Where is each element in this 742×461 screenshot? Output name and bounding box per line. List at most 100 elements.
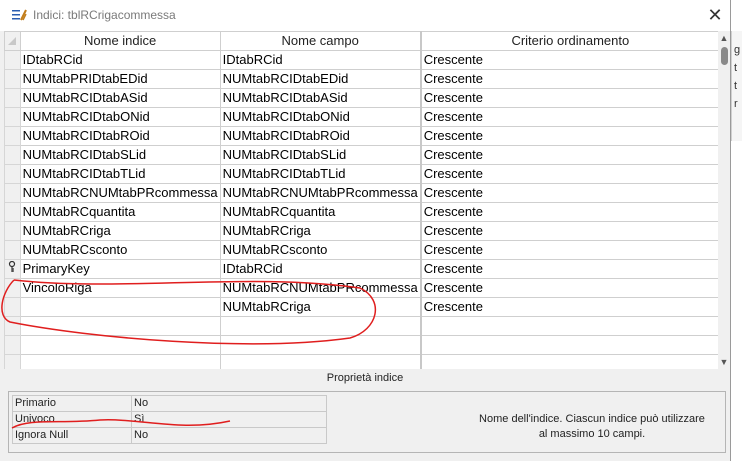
- property-value[interactable]: No: [131, 395, 327, 412]
- row-selector[interactable]: [4, 240, 21, 260]
- index-row[interactable]: NUMtabRCNUMtabPRcommessa NUMtabRCNUMtabPR…: [4, 183, 720, 203]
- index-name-cell[interactable]: PrimaryKey: [19, 259, 221, 279]
- property-row-unique[interactable]: Univoco Sì: [12, 411, 327, 428]
- field-name-cell[interactable]: NUMtabRCIDtabROid: [219, 126, 422, 146]
- vertical-scrollbar[interactable]: ▲ ▼: [718, 31, 730, 369]
- index-row[interactable]: [4, 316, 720, 336]
- index-row[interactable]: NUMtabRCIDtabASid NUMtabRCIDtabASid Cresce…: [4, 88, 720, 108]
- sort-order-cell[interactable]: Crescente: [419, 259, 720, 279]
- column-header-sort-order[interactable]: Criterio ordinamento: [419, 31, 720, 51]
- sort-order-cell[interactable]: Crescente: [419, 107, 720, 127]
- index-row[interactable]: PrimaryKey IDtabRCid Crescente: [4, 259, 720, 279]
- field-name-cell[interactable]: NUMtabRCIDtabONid: [219, 107, 422, 127]
- index-row[interactable]: NUMtabRCsconto NUMtabRCsconto Crescente: [4, 240, 720, 260]
- row-selector[interactable]: [4, 50, 21, 70]
- index-row[interactable]: NUMtabPRIDtabEDid NUMtabRCIDtabEDid Cresce…: [4, 69, 720, 89]
- corner-selector[interactable]: [4, 31, 21, 51]
- scroll-thumb[interactable]: [721, 47, 728, 65]
- index-name-cell[interactable]: [19, 354, 221, 369]
- index-name-cell[interactable]: NUMtabRCNUMtabPRcommessa: [19, 183, 221, 203]
- sort-order-cell[interactable]: Crescente: [419, 221, 720, 241]
- index-row[interactable]: [4, 354, 720, 369]
- index-name-cell[interactable]: NUMtabRCIDtabROid: [19, 126, 221, 146]
- sort-order-cell[interactable]: Crescente: [419, 183, 720, 203]
- sort-order-cell[interactable]: Crescente: [419, 69, 720, 89]
- sort-order-cell[interactable]: [419, 354, 720, 369]
- sort-order-cell[interactable]: Crescente: [419, 164, 720, 184]
- index-name-cell[interactable]: IDtabRCid: [19, 50, 221, 70]
- index-name-cell[interactable]: NUMtabRCsconto: [19, 240, 221, 260]
- row-selector[interactable]: [4, 164, 21, 184]
- property-row-ignore-null[interactable]: Ignora Null No: [12, 427, 327, 444]
- index-row[interactable]: NUMtabRCquantita NUMtabRCquantita Crescent…: [4, 202, 720, 222]
- row-selector[interactable]: [4, 278, 21, 298]
- index-row[interactable]: IDtabRCid IDtabRCid Crescente: [4, 50, 720, 70]
- property-row-primary[interactable]: Primario No: [12, 395, 327, 412]
- field-name-cell[interactable]: NUMtabRCquantita: [219, 202, 422, 222]
- sort-order-cell[interactable]: Crescente: [419, 202, 720, 222]
- index-name-cell[interactable]: NUMtabPRIDtabEDid: [19, 69, 221, 89]
- sort-order-cell[interactable]: Crescente: [419, 50, 720, 70]
- row-selector[interactable]: [4, 202, 21, 222]
- index-row[interactable]: NUMtabRCriga NUMtabRCriga Crescente: [4, 221, 720, 241]
- field-name-cell[interactable]: NUMtabRCriga: [219, 297, 422, 317]
- field-name-cell[interactable]: [219, 335, 422, 355]
- sort-order-cell[interactable]: [419, 335, 720, 355]
- property-value[interactable]: Sì: [131, 411, 327, 428]
- row-selector[interactable]: [4, 297, 21, 317]
- field-name-cell[interactable]: IDtabRCid: [219, 50, 422, 70]
- property-value[interactable]: No: [131, 427, 327, 444]
- sort-order-cell[interactable]: Crescente: [419, 145, 720, 165]
- sort-order-cell[interactable]: Crescente: [419, 88, 720, 108]
- index-name-cell[interactable]: NUMtabRCIDtabONid: [19, 107, 221, 127]
- row-selector[interactable]: [4, 69, 21, 89]
- row-selector[interactable]: [4, 88, 21, 108]
- field-name-cell[interactable]: NUMtabRCNUMtabPRcommessa: [219, 183, 422, 203]
- field-name-cell[interactable]: NUMtabRCNUMtabPRcommessa: [219, 278, 422, 298]
- field-name-cell[interactable]: NUMtabRCsconto: [219, 240, 422, 260]
- title-bar[interactable]: Indici: tblRCrigacommessa ✕: [0, 0, 730, 31]
- row-selector[interactable]: [4, 183, 21, 203]
- index-row[interactable]: NUMtabRCIDtabONid NUMtabRCIDtabONid Cresce…: [4, 107, 720, 127]
- field-name-cell[interactable]: NUMtabRCIDtabTLid: [219, 164, 422, 184]
- row-selector[interactable]: [4, 259, 21, 279]
- close-button[interactable]: ✕: [700, 0, 730, 31]
- index-row[interactable]: [4, 335, 720, 355]
- sort-order-cell[interactable]: Crescente: [419, 126, 720, 146]
- field-name-cell[interactable]: NUMtabRCriga: [219, 221, 422, 241]
- index-row[interactable]: NUMtabRCIDtabSLid NUMtabRCIDtabSLid Cresce…: [4, 145, 720, 165]
- index-name-cell[interactable]: NUMtabRCriga: [19, 221, 221, 241]
- scroll-up-icon[interactable]: ▲: [718, 31, 730, 45]
- index-name-cell[interactable]: NUMtabRCIDtabSLid: [19, 145, 221, 165]
- field-name-cell[interactable]: IDtabRCid: [219, 259, 422, 279]
- sort-order-cell[interactable]: Crescente: [419, 278, 720, 298]
- index-name-cell[interactable]: [19, 297, 221, 317]
- field-name-cell[interactable]: NUMtabRCIDtabASid: [219, 88, 422, 108]
- column-header-field-name[interactable]: Nome campo: [219, 31, 422, 51]
- index-name-cell[interactable]: NUMtabRCIDtabASid: [19, 88, 221, 108]
- row-selector[interactable]: [4, 221, 21, 241]
- row-selector[interactable]: [4, 335, 21, 355]
- index-row[interactable]: VincoloRiga NUMtabRCNUMtabPRcommessa Cresc…: [4, 278, 720, 298]
- row-selector[interactable]: [4, 354, 21, 369]
- row-selector[interactable]: [4, 145, 21, 165]
- index-row[interactable]: NUMtabRCIDtabTLid NUMtabRCIDtabTLid Cresce…: [4, 164, 720, 184]
- sort-order-cell[interactable]: Crescente: [419, 240, 720, 260]
- field-name-cell[interactable]: NUMtabRCIDtabEDid: [219, 69, 422, 89]
- field-name-cell[interactable]: [219, 354, 422, 369]
- index-name-cell[interactable]: NUMtabRCquantita: [19, 202, 221, 222]
- row-selector[interactable]: [4, 107, 21, 127]
- field-name-cell[interactable]: [219, 316, 422, 336]
- index-name-cell[interactable]: NUMtabRCIDtabTLid: [19, 164, 221, 184]
- index-name-cell[interactable]: [19, 335, 221, 355]
- index-row[interactable]: NUMtabRCriga Crescente: [4, 297, 720, 317]
- scroll-down-icon[interactable]: ▼: [718, 355, 730, 369]
- row-selector[interactable]: [4, 316, 21, 336]
- column-header-index-name[interactable]: Nome indice: [19, 31, 221, 51]
- field-name-cell[interactable]: NUMtabRCIDtabSLid: [219, 145, 422, 165]
- sort-order-cell[interactable]: [419, 316, 720, 336]
- index-name-cell[interactable]: VincoloRiga: [19, 278, 221, 298]
- index-name-cell[interactable]: [19, 316, 221, 336]
- row-selector[interactable]: [4, 126, 21, 146]
- index-row[interactable]: NUMtabRCIDtabROid NUMtabRCIDtabROid Cresce…: [4, 126, 720, 146]
